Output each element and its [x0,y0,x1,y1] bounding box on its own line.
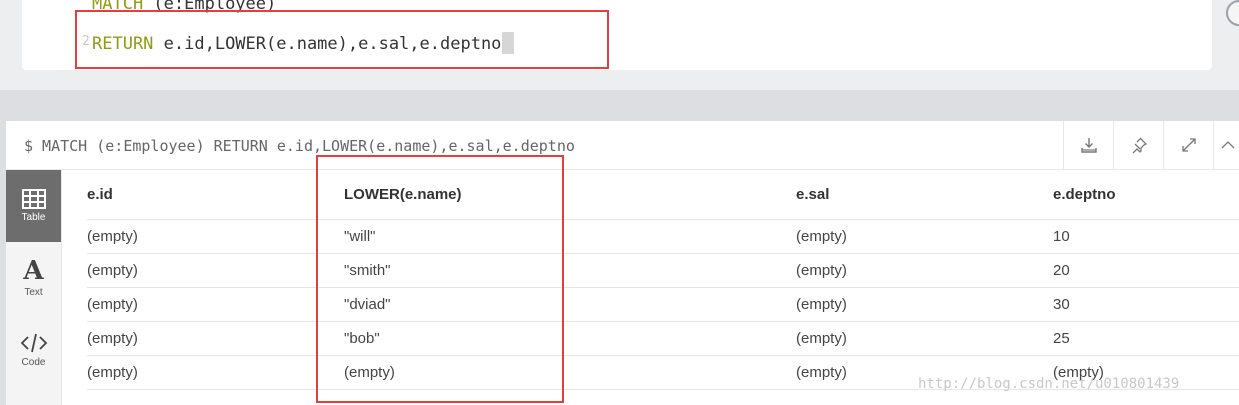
result-table-area: e.id LOWER(e.name) e.sal e.deptno (empty… [62,170,1239,405]
table-row: (empty) "bob" (empty) 25 [87,321,1239,356]
download-button[interactable] [1063,121,1114,169]
view-sidebar: Table A Text Code [6,170,62,405]
match-keyword: MATCH [92,0,144,14]
table-row: (empty) "dviad" (empty) 30 [87,287,1239,322]
result-table: e.id LOWER(e.name) e.sal e.deptno (empty… [87,170,1239,390]
watermark: http://blog.csdn.net/u010801439 [918,376,1180,392]
table-cell: (empty) [796,321,1053,356]
column-header-deptno: e.deptno [1053,170,1239,220]
table-header-row: e.id LOWER(e.name) e.sal e.deptno [87,170,1239,220]
return-expression: e.id,LOWER(e.name),e.sal,e.deptno [153,34,502,54]
table-cell: 20 [1053,253,1239,288]
frame-header: $ MATCH (e:Employee) RETURN e.id,LOWER(e… [6,121,1239,170]
pin-icon [1132,137,1148,154]
table-cell: 10 [1053,219,1239,254]
table-cell: "will" [344,219,796,254]
table-cell: (empty) [796,219,1053,254]
table-cell: 25 [1053,321,1239,356]
table-cell: (empty) [87,355,344,390]
table-cell: (empty) [87,287,344,322]
table-row: (empty) "smith" (empty) 20 [87,253,1239,288]
text-icon: A [23,256,44,286]
column-header-lower-name: LOWER(e.name) [344,170,796,220]
line-number-2: 2 [82,34,90,49]
table-cell: (empty) [796,287,1053,322]
table-cell: (empty) [796,253,1053,288]
table-cell: 30 [1053,287,1239,322]
table-row: (empty) "will" (empty) 10 [87,219,1239,254]
table-cell: "dviad" [344,287,796,322]
editor-scroll-gutter [1224,30,1239,90]
sidebar-item-text[interactable]: A Text [6,242,61,314]
collapse-icon [1221,141,1235,149]
sidebar-item-table[interactable]: Table [6,170,61,242]
query-editor-area: MATCH (e:Employee) 2 RETURN e.id,LOWER(e… [0,0,1239,90]
match-pattern: (e:Employee) [143,0,277,14]
download-icon [1081,138,1097,153]
code-line-2[interactable]: RETURN e.id,LOWER(e.name),e.sal,e.deptno [92,32,515,54]
query-editor[interactable]: MATCH (e:Employee) 2 RETURN e.id,LOWER(e… [22,0,1212,70]
code-line-1[interactable]: MATCH (e:Employee) [92,0,276,14]
table-cell: (empty) [344,355,796,390]
run-query-button[interactable] [1226,0,1239,26]
table-cell: (empty) [87,219,344,254]
table-cell: "bob" [344,321,796,356]
return-keyword: RETURN [92,34,154,54]
collapse-button[interactable] [1213,121,1239,169]
column-header-id: e.id [87,170,344,220]
result-frame: $ MATCH (e:Employee) RETURN e.id,LOWER(e… [6,121,1239,405]
table-cell: (empty) [87,253,344,288]
column-header-sal: e.sal [796,170,1053,220]
frame-title[interactable]: $ MATCH (e:Employee) RETURN e.id,LOWER(e… [24,137,575,155]
sidebar-item-code[interactable]: Code [6,314,61,386]
expand-button[interactable] [1163,121,1214,169]
table-icon [21,189,46,209]
sidebar-item-label: Text [24,287,43,298]
table-cell: "smith" [344,253,796,288]
sidebar-item-label: Table [21,212,46,223]
pin-button[interactable] [1113,121,1164,169]
expand-icon [1182,138,1196,152]
code-icon [20,333,47,353]
text-cursor [502,32,515,54]
table-cell: (empty) [87,321,344,356]
sidebar-item-label: Code [21,357,46,368]
